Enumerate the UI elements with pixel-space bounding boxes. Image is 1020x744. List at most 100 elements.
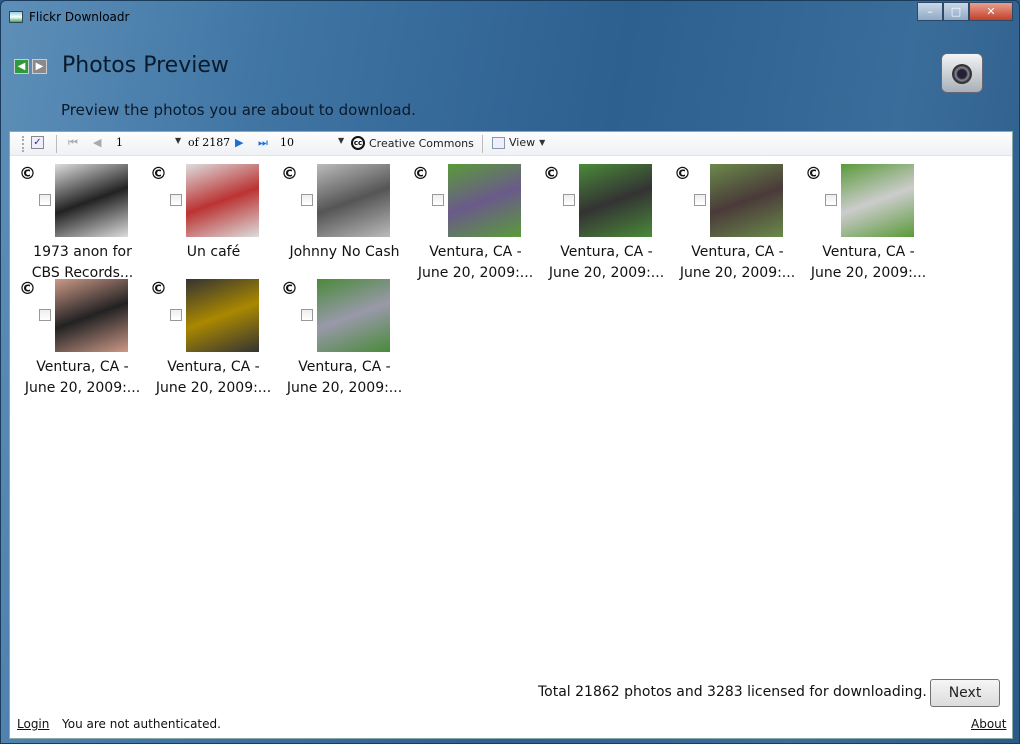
caption-line: Ventura, CA -: [298, 359, 391, 375]
back-arrow-icon[interactable]: ◀: [14, 59, 29, 74]
caption-line: June 20, 2009:...: [155, 380, 272, 396]
next-button[interactable]: Next: [930, 679, 1000, 707]
auth-status: You are not authenticated.: [62, 717, 221, 731]
toolbar-grip[interactable]: [22, 136, 24, 152]
photo-thumbnail[interactable]: [710, 164, 783, 237]
per-page-input[interactable]: 10: [280, 136, 340, 149]
photo-item[interactable]: © Ventura, CA - June 20, 2009:...: [803, 164, 934, 281]
photo-checkbox[interactable]: [301, 194, 313, 206]
photo-caption: Ventura, CA - June 20, 2009:...: [148, 357, 279, 399]
window-title: Flickr Downloadr: [29, 10, 130, 24]
photo-thumbnail[interactable]: [186, 279, 259, 352]
photo-caption: Ventura, CA - June 20, 2009:...: [17, 357, 148, 399]
content-panel: ✓ ⏮ ◀ 1 ▼ of 2187 ▶ ⏭ 10 ▼ cc Creative C…: [9, 131, 1013, 739]
photo-thumbnail[interactable]: [448, 164, 521, 237]
caption-line: June 20, 2009:...: [548, 265, 665, 281]
login-link[interactable]: Login: [17, 717, 49, 731]
photo-thumbnail[interactable]: [841, 164, 914, 237]
caption-line: Ventura, CA -: [691, 244, 784, 260]
per-page-dropdown-icon[interactable]: ▼: [338, 136, 344, 145]
page-subtitle: Preview the photos you are about to down…: [61, 101, 416, 119]
photo-checkbox[interactable]: [301, 309, 313, 321]
photo-thumbnail[interactable]: [186, 164, 259, 237]
photo-caption: 1973 anon for CBS Records...: [17, 242, 148, 284]
photo-checkbox[interactable]: [432, 194, 444, 206]
app-window: Flickr Downloadr – □ ✕ ◀ ▶ Photos Previe…: [0, 0, 1020, 744]
caption-line: June 20, 2009:...: [810, 265, 927, 281]
photo-caption: Ventura, CA - June 20, 2009:...: [410, 242, 541, 284]
caption-line: 1973 anon for: [33, 244, 132, 260]
photo-item[interactable]: © Ventura, CA - June 20, 2009:...: [541, 164, 672, 281]
photo-item[interactable]: © 1973 anon for CBS Records...: [17, 164, 148, 281]
page-count: of 2187: [188, 136, 231, 149]
photo-item[interactable]: © Ventura, CA - June 20, 2009:...: [279, 279, 410, 396]
photo-caption: Ventura, CA - June 20, 2009:...: [279, 357, 410, 399]
license-filter-button[interactable]: cc Creative Commons: [351, 136, 474, 150]
view-button[interactable]: View ▼: [492, 136, 545, 149]
divider: [482, 135, 483, 153]
copyright-icon: ©: [543, 164, 560, 184]
total-summary: Total 21862 photos and 3283 licensed for…: [538, 684, 927, 700]
about-link[interactable]: About: [971, 717, 1006, 731]
photo-caption: Johnny No Cash: [279, 242, 410, 263]
copyright-icon: ©: [150, 279, 167, 299]
photo-thumbnail[interactable]: [579, 164, 652, 237]
photo-checkbox[interactable]: [39, 194, 51, 206]
view-icon: [492, 136, 505, 149]
page-input[interactable]: 1: [116, 136, 184, 149]
next-page-icon[interactable]: ▶: [235, 136, 243, 149]
copyright-icon: ©: [412, 164, 429, 184]
first-page-icon[interactable]: ⏮: [68, 136, 78, 150]
photo-thumbnail[interactable]: [55, 164, 128, 237]
photo-thumbnail[interactable]: [55, 279, 128, 352]
last-page-icon[interactable]: ⏭: [258, 136, 268, 150]
caption-line: June 20, 2009:...: [679, 265, 796, 281]
page-dropdown-icon[interactable]: ▼: [175, 136, 181, 145]
photo-thumbnail[interactable]: [317, 164, 390, 237]
photo-checkbox[interactable]: [563, 194, 575, 206]
caption-line: June 20, 2009:...: [417, 265, 534, 281]
view-label: View: [509, 136, 536, 149]
chevron-down-icon: ▼: [539, 138, 546, 147]
close-button[interactable]: ✕: [969, 2, 1013, 21]
maximize-button[interactable]: □: [943, 2, 969, 21]
copyright-icon: ©: [150, 164, 167, 184]
copyright-icon: ©: [281, 164, 298, 184]
photo-caption: Un café: [148, 242, 279, 263]
photo-thumbnail[interactable]: [317, 279, 390, 352]
caption-line: Ventura, CA -: [822, 244, 915, 260]
title-bar: Flickr Downloadr: [9, 7, 129, 27]
photo-caption: Ventura, CA - June 20, 2009:...: [672, 242, 803, 284]
photo-item[interactable]: © Ventura, CA - June 20, 2009:...: [148, 279, 279, 396]
forward-arrow-icon[interactable]: ▶: [32, 59, 47, 74]
toolbar: ✓ ⏮ ◀ 1 ▼ of 2187 ▶ ⏭ 10 ▼ cc Creative C…: [10, 132, 1012, 156]
caption-line: June 20, 2009:...: [24, 380, 141, 396]
caption-line: Ventura, CA -: [429, 244, 522, 260]
caption-line: Johnny No Cash: [289, 244, 400, 260]
photo-checkbox[interactable]: [694, 194, 706, 206]
caption-line: Ventura, CA -: [167, 359, 260, 375]
minimize-button[interactable]: –: [917, 2, 943, 21]
photo-item[interactable]: © Ventura, CA - June 20, 2009:...: [672, 164, 803, 281]
caption-line: Un café: [186, 244, 241, 260]
caption-line: Ventura, CA -: [36, 359, 129, 375]
copyright-icon: ©: [674, 164, 691, 184]
caption-line: Ventura, CA -: [560, 244, 653, 260]
camera-icon: [941, 53, 983, 93]
photo-item[interactable]: © Ventura, CA - June 20, 2009:...: [17, 279, 148, 396]
copyright-icon: ©: [805, 164, 822, 184]
photo-item[interactable]: © Johnny No Cash: [279, 164, 410, 279]
copyright-icon: ©: [19, 164, 36, 184]
creative-commons-icon: cc: [351, 136, 365, 150]
photo-checkbox[interactable]: [825, 194, 837, 206]
photo-item[interactable]: © Un café: [148, 164, 279, 279]
prev-page-icon[interactable]: ◀: [93, 136, 101, 149]
photo-caption: Ventura, CA - June 20, 2009:...: [541, 242, 672, 284]
app-icon: [9, 11, 23, 23]
copyright-icon: ©: [19, 279, 36, 299]
photo-checkbox[interactable]: [170, 309, 182, 321]
photo-checkbox[interactable]: [39, 309, 51, 321]
photo-item[interactable]: © Ventura, CA - June 20, 2009:...: [410, 164, 541, 281]
photo-checkbox[interactable]: [170, 194, 182, 206]
select-all-checkbox[interactable]: ✓: [31, 136, 44, 149]
